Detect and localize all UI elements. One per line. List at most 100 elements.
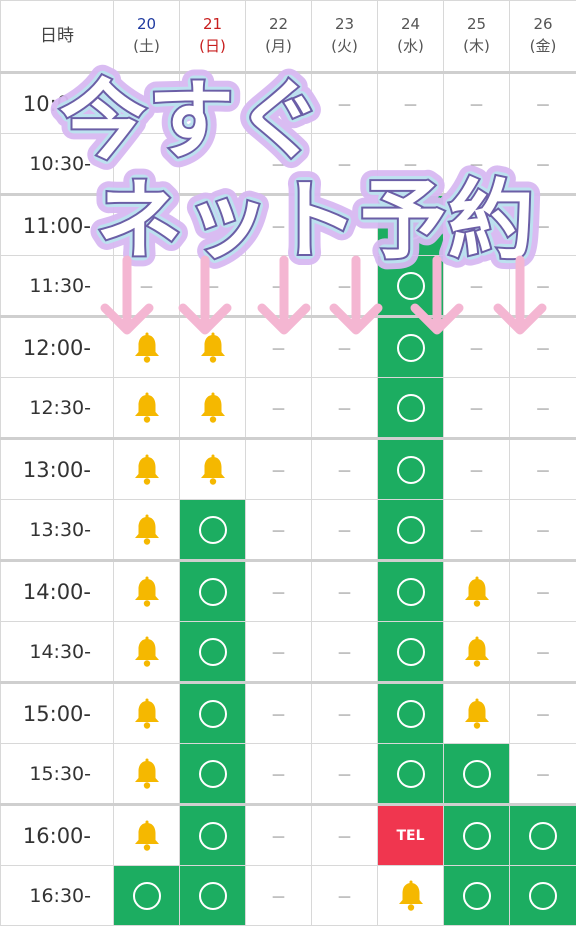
slot-waitlist[interactable] xyxy=(444,683,510,744)
slot-waitlist[interactable] xyxy=(114,622,180,683)
time-slot-row: 13:00-－－－－ xyxy=(1,439,576,500)
slot-hidden xyxy=(180,195,246,256)
bell-icon xyxy=(132,332,162,364)
slot-available[interactable] xyxy=(180,561,246,622)
slot-available[interactable] xyxy=(510,866,576,926)
circle-icon xyxy=(133,882,161,910)
slot-available[interactable] xyxy=(510,805,576,866)
time-label: 11:30- xyxy=(1,256,114,317)
bell-icon xyxy=(462,576,492,608)
slot-available[interactable] xyxy=(378,744,444,805)
time-slot-row: 15:30-－－－ xyxy=(1,744,576,805)
slot-waitlist[interactable] xyxy=(114,683,180,744)
slot-unavailable: － xyxy=(246,378,312,439)
slot-unavailable: － xyxy=(510,378,576,439)
circle-icon xyxy=(397,394,425,422)
day-date: 24 xyxy=(401,15,420,33)
time-slot-row: 16:30-－－ xyxy=(1,866,576,926)
slot-available[interactable] xyxy=(180,744,246,805)
slot-available[interactable] xyxy=(180,622,246,683)
slot-unavailable: － xyxy=(378,73,444,134)
slot-unavailable: － xyxy=(312,317,378,378)
slot-waitlist[interactable] xyxy=(180,439,246,500)
slot-available[interactable] xyxy=(180,683,246,744)
slot-waitlist[interactable] xyxy=(180,378,246,439)
slot-unavailable: － xyxy=(312,683,378,744)
day-weekday: (火) xyxy=(331,37,358,55)
slot-available[interactable] xyxy=(180,500,246,561)
day-date: 26 xyxy=(533,15,552,33)
time-label: 14:00- xyxy=(1,561,114,622)
slot-unavailable: － xyxy=(510,195,576,256)
slot-waitlist[interactable] xyxy=(114,744,180,805)
slot-waitlist[interactable] xyxy=(114,439,180,500)
slot-waitlist[interactable] xyxy=(114,805,180,866)
time-slot-row: 11:00-－－－－ xyxy=(1,195,576,256)
slot-unavailable: － xyxy=(246,439,312,500)
slot-waitlist[interactable] xyxy=(444,622,510,683)
time-label: 15:30- xyxy=(1,744,114,805)
slot-waitlist[interactable] xyxy=(114,378,180,439)
day-header-26: 26 (金) xyxy=(510,1,576,73)
slot-available[interactable] xyxy=(114,866,180,926)
slot-available[interactable] xyxy=(378,500,444,561)
slot-available[interactable] xyxy=(444,866,510,926)
slot-available[interactable] xyxy=(378,256,444,317)
slot-waitlist[interactable] xyxy=(114,561,180,622)
slot-waitlist[interactable] xyxy=(378,866,444,926)
slot-available[interactable] xyxy=(378,317,444,378)
slot-available[interactable] xyxy=(378,683,444,744)
slot-unavailable: － xyxy=(444,73,510,134)
slot-available[interactable] xyxy=(378,622,444,683)
day-weekday: (金) xyxy=(530,37,557,55)
time-slot-row: 10:30-－－－－－ xyxy=(1,134,576,195)
circle-icon xyxy=(397,272,425,300)
slot-available[interactable] xyxy=(378,378,444,439)
time-slot-row: 13:30-－－－－ xyxy=(1,500,576,561)
slot-available[interactable] xyxy=(444,744,510,805)
slot-unavailable: － xyxy=(246,317,312,378)
circle-icon xyxy=(199,516,227,544)
bell-icon xyxy=(132,698,162,730)
day-date: 22 xyxy=(269,15,288,33)
time-slot-row: 10:00-－－－－－ xyxy=(1,73,576,134)
bell-icon xyxy=(132,820,162,852)
time-label: 12:00- xyxy=(1,317,114,378)
circle-icon xyxy=(199,638,227,666)
day-header-20: 20(土) xyxy=(114,1,180,73)
slot-unavailable: － xyxy=(246,256,312,317)
slot-unavailable: － xyxy=(444,195,510,256)
bell-icon xyxy=(132,454,162,486)
slot-available[interactable] xyxy=(378,195,444,256)
slot-available[interactable] xyxy=(378,561,444,622)
slot-waitlist[interactable] xyxy=(444,561,510,622)
circle-icon xyxy=(397,456,425,484)
slot-unavailable: － xyxy=(312,378,378,439)
circle-icon xyxy=(199,578,227,606)
slot-unavailable: － xyxy=(510,256,576,317)
slot-available[interactable] xyxy=(444,805,510,866)
slot-unavailable: － xyxy=(246,805,312,866)
slot-waitlist[interactable] xyxy=(114,317,180,378)
time-label: 16:30- xyxy=(1,866,114,926)
slot-available[interactable] xyxy=(180,805,246,866)
slot-unavailable: － xyxy=(510,73,576,134)
time-slot-row: 15:00-－－－ xyxy=(1,683,576,744)
slot-available[interactable] xyxy=(378,439,444,500)
slot-unavailable: － xyxy=(246,744,312,805)
circle-icon xyxy=(397,334,425,362)
slot-unavailable: － xyxy=(180,256,246,317)
slot-available[interactable] xyxy=(180,866,246,926)
slot-unavailable: － xyxy=(312,622,378,683)
slot-phone-only[interactable]: TEL xyxy=(378,805,444,866)
circle-icon xyxy=(463,822,491,850)
bell-icon xyxy=(198,332,228,364)
slot-unavailable: － xyxy=(312,195,378,256)
time-label: 13:30- xyxy=(1,500,114,561)
day-header-24: 24(水) xyxy=(378,1,444,73)
slot-unavailable: － xyxy=(246,866,312,926)
slot-waitlist[interactable] xyxy=(180,317,246,378)
slot-waitlist[interactable] xyxy=(114,500,180,561)
slot-unavailable: － xyxy=(312,561,378,622)
slot-hidden xyxy=(114,73,180,134)
